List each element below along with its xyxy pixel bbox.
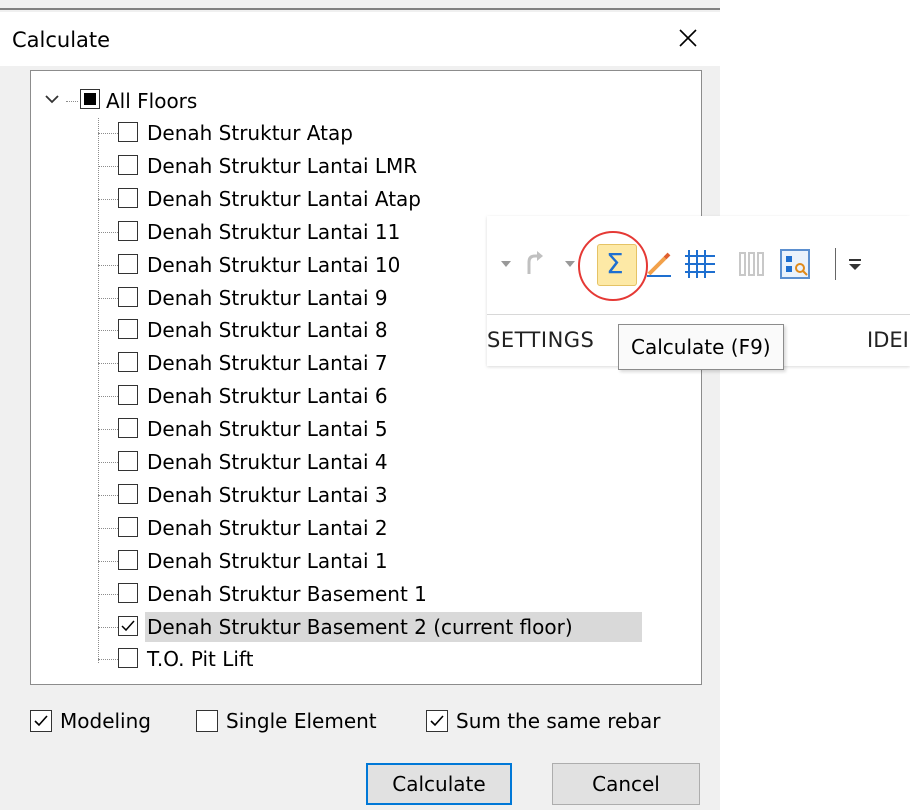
- floor-checkbox[interactable]: [118, 648, 138, 668]
- redo-icon[interactable]: [523, 248, 545, 278]
- single-element-checkbox[interactable]: [196, 710, 218, 732]
- tree-connector: [98, 363, 118, 364]
- floor-label: T.O. Pit Lift: [147, 647, 254, 671]
- single-element-label: Single Element: [226, 709, 377, 733]
- tree-connector: [98, 659, 118, 660]
- floor-checkbox[interactable]: [118, 385, 138, 405]
- tree-connector: [98, 495, 118, 496]
- redo-dropdown-icon[interactable]: [563, 258, 577, 270]
- tree-connector: [98, 594, 118, 595]
- floor-label: Denah Struktur Lantai 1: [147, 549, 388, 573]
- highlight-circle: [578, 231, 648, 301]
- tree-connector: [98, 528, 118, 529]
- dialog-title: Calculate: [12, 28, 111, 52]
- floor-label: Denah Struktur Lantai 7: [147, 351, 388, 375]
- tree-connector: [98, 429, 118, 430]
- toolbar-overlay: Σ SETTINGS IDEI Calculate (F9): [487, 216, 910, 370]
- tree-connector: [98, 199, 118, 200]
- floor-label: Denah Struktur Atap: [147, 121, 353, 145]
- tree-connector: [98, 133, 118, 134]
- tree-connector: [98, 561, 118, 562]
- floor-checkbox[interactable]: [118, 451, 138, 471]
- top-divider: [0, 8, 720, 10]
- floor-checkbox[interactable]: [118, 254, 138, 274]
- floor-label: Denah Struktur Lantai 9: [147, 286, 388, 310]
- floor-label: Denah Struktur Lantai 6: [147, 384, 388, 408]
- floor-label: Denah Struktur Basement 2 (current floor…: [147, 615, 573, 639]
- floor-checkbox[interactable]: [118, 583, 138, 603]
- cancel-button[interactable]: Cancel: [552, 763, 700, 805]
- floor-checkbox[interactable]: [118, 550, 138, 570]
- all-floors-checkbox[interactable]: [80, 89, 100, 109]
- all-floors-label: All Floors: [106, 89, 198, 113]
- floor-label: Denah Struktur Lantai 5: [147, 417, 388, 441]
- floor-label: Denah Struktur Basement 1: [147, 582, 427, 606]
- floor-checkbox[interactable]: [118, 155, 138, 175]
- tree-connector: [98, 232, 118, 233]
- floor-checkbox[interactable]: [118, 616, 138, 636]
- dropdown-arrow-icon[interactable]: [499, 258, 513, 270]
- floor-label: Denah Struktur Lantai 3: [147, 483, 388, 507]
- customize-toolbar-icon[interactable]: [847, 252, 863, 276]
- tree-connector: [98, 330, 118, 331]
- view-report-icon[interactable]: [779, 248, 811, 280]
- floor-checkbox[interactable]: [118, 418, 138, 438]
- toolbar-divider: [835, 248, 836, 280]
- floor-label: Denah Struktur Lantai 2: [147, 516, 388, 540]
- column-bars-icon[interactable]: [737, 250, 767, 278]
- floor-label: Denah Struktur Lantai 8: [147, 318, 388, 342]
- calculate-tooltip: Calculate (F9): [618, 324, 784, 370]
- floor-checkbox[interactable]: [118, 221, 138, 241]
- floor-checkbox[interactable]: [118, 517, 138, 537]
- sum-same-rebar-label: Sum the same rebar: [456, 709, 661, 733]
- floor-checkbox[interactable]: [118, 122, 138, 142]
- tab-identify[interactable]: IDEI: [867, 328, 909, 352]
- modeling-checkbox[interactable]: [30, 710, 52, 732]
- tree-connector: [98, 265, 118, 266]
- tree-connector: [98, 627, 118, 628]
- calculate-dialog: Calculate All Floors Denah Struktur Atap…: [0, 0, 720, 810]
- rebar-grid-icon[interactable]: [683, 248, 717, 280]
- close-icon[interactable]: [668, 18, 708, 58]
- tree-connector: [98, 298, 118, 299]
- floor-label: Denah Struktur Lantai Atap: [147, 187, 421, 211]
- chevron-down-icon[interactable]: [44, 90, 60, 108]
- tab-settings[interactable]: SETTINGS: [487, 328, 594, 352]
- modeling-label: Modeling: [60, 709, 151, 733]
- toolbar-tabs-divider: [487, 314, 910, 315]
- floor-checkbox[interactable]: [118, 188, 138, 208]
- tree-connector: [98, 462, 118, 463]
- floor-checkbox[interactable]: [118, 319, 138, 339]
- calculate-button[interactable]: Calculate: [366, 763, 512, 805]
- floor-label: Denah Struktur Lantai 11: [147, 220, 401, 244]
- floor-checkbox[interactable]: [118, 352, 138, 372]
- sum-same-rebar-checkbox[interactable]: [426, 710, 448, 732]
- tree-connector: [98, 396, 118, 397]
- tree-connector: [98, 166, 118, 167]
- floor-checkbox[interactable]: [118, 484, 138, 504]
- floor-checkbox[interactable]: [118, 287, 138, 307]
- floor-label: Denah Struktur Lantai 10: [147, 253, 401, 277]
- floor-label: Denah Struktur Lantai 4: [147, 450, 388, 474]
- pencil-edit-icon[interactable]: [645, 250, 673, 278]
- floor-label: Denah Struktur Lantai LMR: [147, 154, 418, 178]
